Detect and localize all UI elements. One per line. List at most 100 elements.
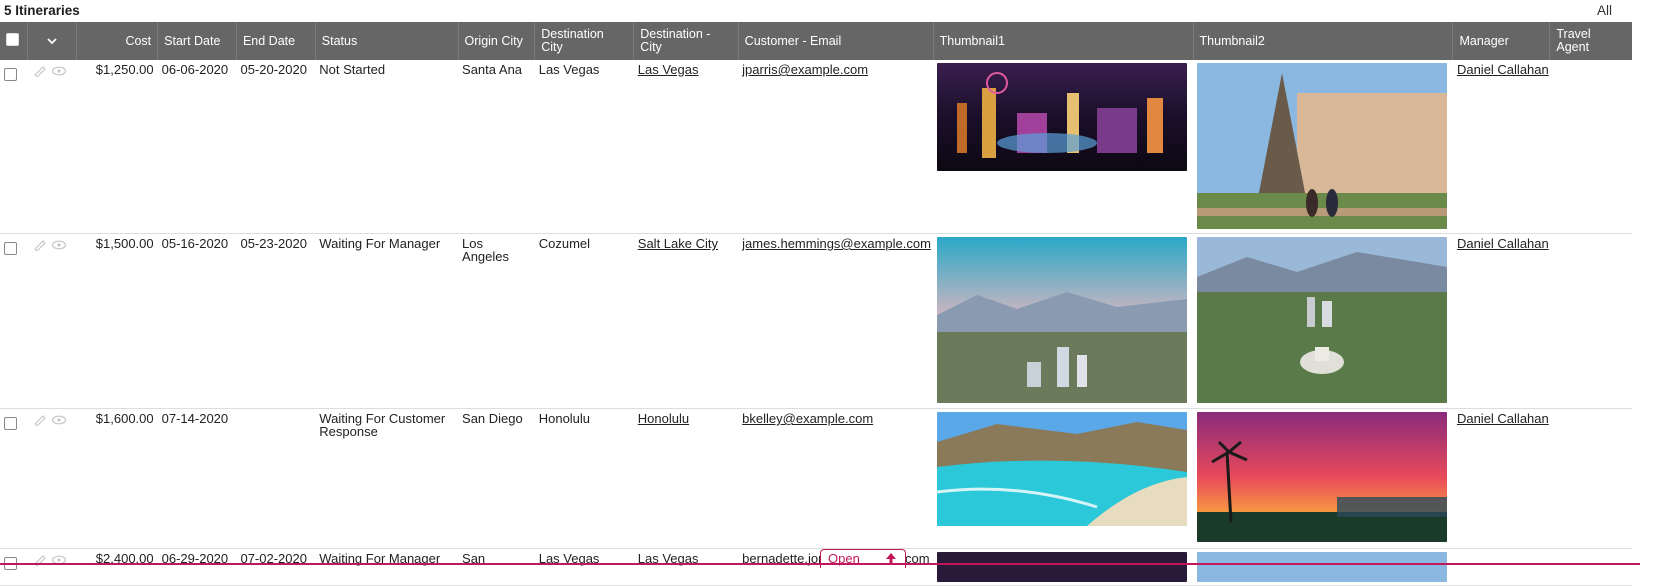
thumbnail1-cell [933, 233, 1194, 409]
status-cell: Not Started [315, 60, 459, 234]
table-header-row: Cost Start Date End Date Status Origin C… [0, 22, 1632, 60]
destination-city-link[interactable]: Honolulu [638, 411, 689, 426]
pencil-icon[interactable] [32, 65, 48, 77]
origin-city-cell: San [458, 548, 535, 586]
cost-cell: $2,400.00 [76, 548, 158, 586]
destination-city-link-cell: Las Vegas [633, 548, 739, 586]
manager-cell: Daniel Callahan [1452, 60, 1550, 234]
col-manager[interactable]: Manager [1452, 22, 1550, 60]
destination-city-cell: Honolulu [534, 408, 634, 549]
thumbnail-image[interactable] [1197, 552, 1448, 582]
list-header: 5 Itineraries All [0, 0, 1657, 22]
itineraries-table: Cost Start Date End Date Status Origin C… [0, 22, 1632, 586]
row-actions [27, 233, 77, 409]
thumbnail-image[interactable] [937, 63, 1188, 171]
destination-city-link[interactable]: Las Vegas [638, 62, 699, 77]
thumbnail-image[interactable] [937, 412, 1188, 526]
destination-city-link-cell: Honolulu [633, 408, 739, 549]
end-date-cell [236, 408, 316, 549]
destination-city-link[interactable]: Salt Lake City [638, 236, 718, 251]
destination-city-link-cell: Las Vegas [633, 60, 739, 234]
table-row[interactable]: $1,250.00 06-06-2020 05-20-2020 Not Star… [0, 60, 1632, 234]
row-select-cell [0, 233, 28, 409]
thumbnail1-cell [933, 548, 1194, 586]
select-all-checkbox[interactable] [6, 33, 19, 46]
manager-cell: Daniel Callahan [1452, 233, 1550, 409]
start-date-cell: 05-16-2020 [157, 233, 237, 409]
col-destination-city-lookup[interactable]: Destination - City [633, 22, 739, 60]
eye-icon[interactable] [51, 414, 67, 426]
thumbnail-image[interactable] [937, 552, 1188, 582]
thumbnail-image[interactable] [1197, 237, 1448, 403]
col-thumbnail1[interactable]: Thumbnail1 [932, 22, 1194, 60]
cost-cell: $1,600.00 [76, 408, 158, 549]
col-destination-city[interactable]: Destination City [534, 22, 634, 60]
manager-cell: Daniel Callahan [1452, 408, 1550, 549]
table-row[interactable]: $1,500.00 05-16-2020 05-23-2020 Waiting … [0, 233, 1632, 409]
start-date-cell: 07-14-2020 [157, 408, 237, 549]
cost-cell: $1,500.00 [76, 233, 158, 409]
destination-city-link-cell: Salt Lake City [633, 233, 739, 409]
start-date-cell: 06-06-2020 [157, 60, 237, 234]
thumbnail-image[interactable] [937, 237, 1188, 403]
col-end-date[interactable]: End Date [235, 22, 316, 60]
status-cell: Waiting For Customer Response [315, 408, 459, 549]
thumbnail2-cell [1193, 548, 1453, 586]
end-date-cell: 05-20-2020 [236, 60, 316, 234]
row-checkbox[interactable] [4, 68, 17, 81]
col-cost[interactable]: Cost [76, 22, 158, 60]
manager-cell [1452, 548, 1550, 586]
eye-icon[interactable] [51, 239, 67, 251]
pencil-icon[interactable] [32, 239, 48, 251]
all-link[interactable]: All [1597, 3, 1612, 18]
email-cell: james.hemmings@example.com [738, 233, 934, 409]
email-cell: bkelley@example.com [738, 408, 934, 549]
thumbnail1-cell [933, 408, 1194, 549]
end-date-cell: 07-02-2020 [236, 548, 316, 586]
eye-icon[interactable] [51, 65, 67, 77]
open-panel-tab[interactable]: Open [820, 549, 906, 568]
col-start-date[interactable]: Start Date [157, 22, 237, 60]
thumbnail-image[interactable] [1197, 412, 1448, 542]
origin-city-cell: San Diego [458, 408, 535, 549]
origin-city-cell: Santa Ana [458, 60, 535, 234]
list-title: 5 Itineraries [4, 3, 80, 18]
thumbnail-image[interactable] [1197, 63, 1448, 229]
cost-cell: $1,250.00 [76, 60, 158, 234]
thumbnail2-cell [1193, 233, 1453, 409]
origin-city-cell: Los Angeles [458, 233, 535, 409]
col-thumbnail2[interactable]: Thumbnail2 [1192, 22, 1453, 60]
row-checkbox[interactable] [4, 417, 17, 430]
travel-agent-cell [1549, 408, 1632, 549]
thumbnail2-cell [1193, 408, 1453, 549]
col-travel-agent[interactable]: Travel Agent [1549, 22, 1632, 60]
email-cell: jparris@example.com [738, 60, 934, 234]
customer-email-link[interactable]: james.hemmings@example.com [742, 236, 931, 251]
manager-link[interactable]: Daniel Callahan [1457, 411, 1549, 426]
destination-city-cell: Las Vegas [534, 60, 634, 234]
pencil-icon[interactable] [32, 414, 48, 426]
row-actions [27, 548, 77, 586]
customer-email-link[interactable]: jparris@example.com [742, 62, 868, 77]
actions-header[interactable] [27, 22, 77, 60]
travel-agent-cell [1549, 60, 1632, 234]
customer-email-link[interactable]: bkelley@example.com [742, 411, 873, 426]
start-date-cell: 06-29-2020 [157, 548, 237, 586]
thumbnail2-cell [1193, 60, 1453, 234]
status-cell: Waiting For Manager [315, 548, 459, 586]
row-checkbox[interactable] [4, 242, 17, 255]
col-origin-city[interactable]: Origin City [457, 22, 535, 60]
col-customer-email[interactable]: Customer - Email [737, 22, 934, 60]
bottom-accent-bar [0, 563, 1640, 565]
table-row[interactable]: $2,400.00 06-29-2020 07-02-2020 Waiting … [0, 548, 1632, 586]
row-actions [27, 408, 77, 549]
destination-city-cell: Cozumel [534, 233, 634, 409]
row-select-cell [0, 408, 28, 549]
manager-link[interactable]: Daniel Callahan [1457, 62, 1549, 77]
manager-link[interactable]: Daniel Callahan [1457, 236, 1549, 251]
col-status[interactable]: Status [314, 22, 459, 60]
thumbnail1-cell [933, 60, 1194, 234]
table-row[interactable]: $1,600.00 07-14-2020 Waiting For Custome… [0, 408, 1632, 549]
chevron-down-icon[interactable] [47, 37, 57, 45]
row-select-cell [0, 60, 28, 234]
